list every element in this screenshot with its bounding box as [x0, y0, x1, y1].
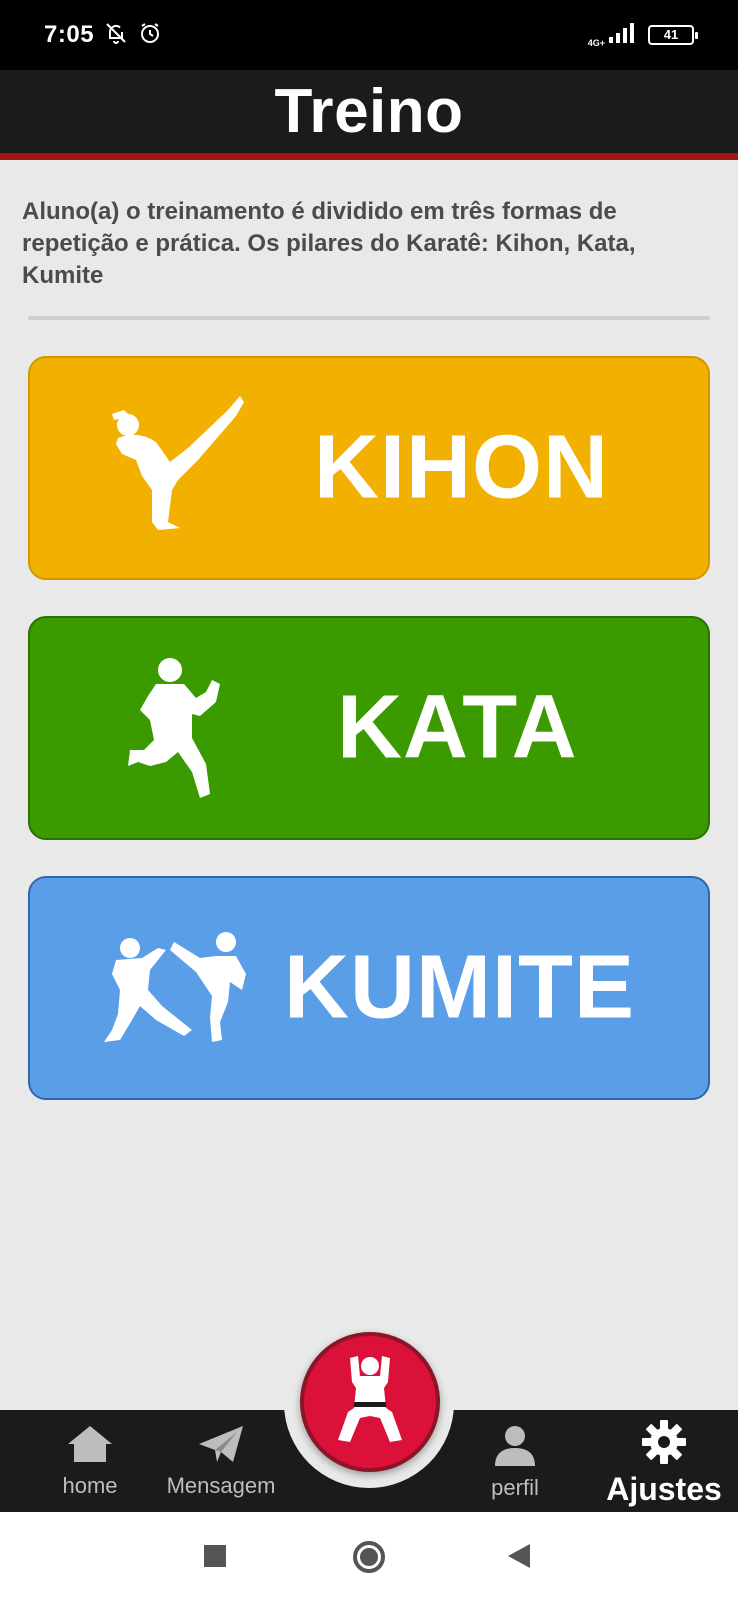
kihon-label: KIHON [314, 417, 609, 518]
home-icon [66, 1424, 114, 1469]
intro-text: Aluno(a) o treinamento é dividido em trê… [22, 198, 636, 289]
system-nav-bar [0, 1512, 738, 1600]
nav-mensagem[interactable]: Mensagem [158, 1424, 284, 1499]
nav-ajustes-label: Ajustes [606, 1471, 722, 1507]
nav-home[interactable]: home [40, 1424, 140, 1499]
status-time: 7:05 [44, 21, 95, 48]
divider [28, 316, 710, 320]
karate-stance-icon [126, 654, 226, 809]
paper-plane-icon [197, 1424, 245, 1469]
karate-fighter-icon [330, 1352, 410, 1453]
kumite-label: KUMITE [284, 937, 635, 1038]
nav-home-label: home [62, 1473, 118, 1498]
kumite-button[interactable]: KUMITE [28, 876, 710, 1100]
nav-perfil[interactable]: perfil [470, 1424, 560, 1501]
recents-square-icon[interactable] [204, 1545, 226, 1572]
kata-label: KATA [337, 677, 578, 778]
battery-icon: 41 [648, 25, 698, 45]
app-header: Treino [0, 70, 738, 160]
bell-off-icon [104, 21, 128, 50]
network-type-label: 4G+ [587, 37, 605, 48]
center-fab-button[interactable] [300, 1332, 440, 1472]
karate-high-kick-icon [108, 390, 248, 545]
home-circle-icon[interactable] [352, 1540, 386, 1579]
status-bar: 7:05 4G+ 41 [0, 0, 738, 70]
battery-level: 41 [663, 27, 679, 42]
karate-sparring-icon [100, 930, 250, 1055]
nav-ajustes[interactable]: Ajustes [596, 1418, 732, 1508]
nav-mensagem-label: Mensagem [166, 1473, 276, 1498]
nav-perfil-label: perfil [491, 1475, 539, 1500]
user-icon [493, 1424, 537, 1471]
page-title: Treino [274, 77, 464, 146]
signal-icon [608, 22, 634, 48]
back-triangle-icon[interactable] [508, 1544, 530, 1573]
kihon-button[interactable]: KIHON [28, 356, 710, 580]
gear-icon [640, 1418, 688, 1471]
kata-button[interactable]: KATA [28, 616, 710, 840]
alarm-icon [138, 21, 162, 50]
